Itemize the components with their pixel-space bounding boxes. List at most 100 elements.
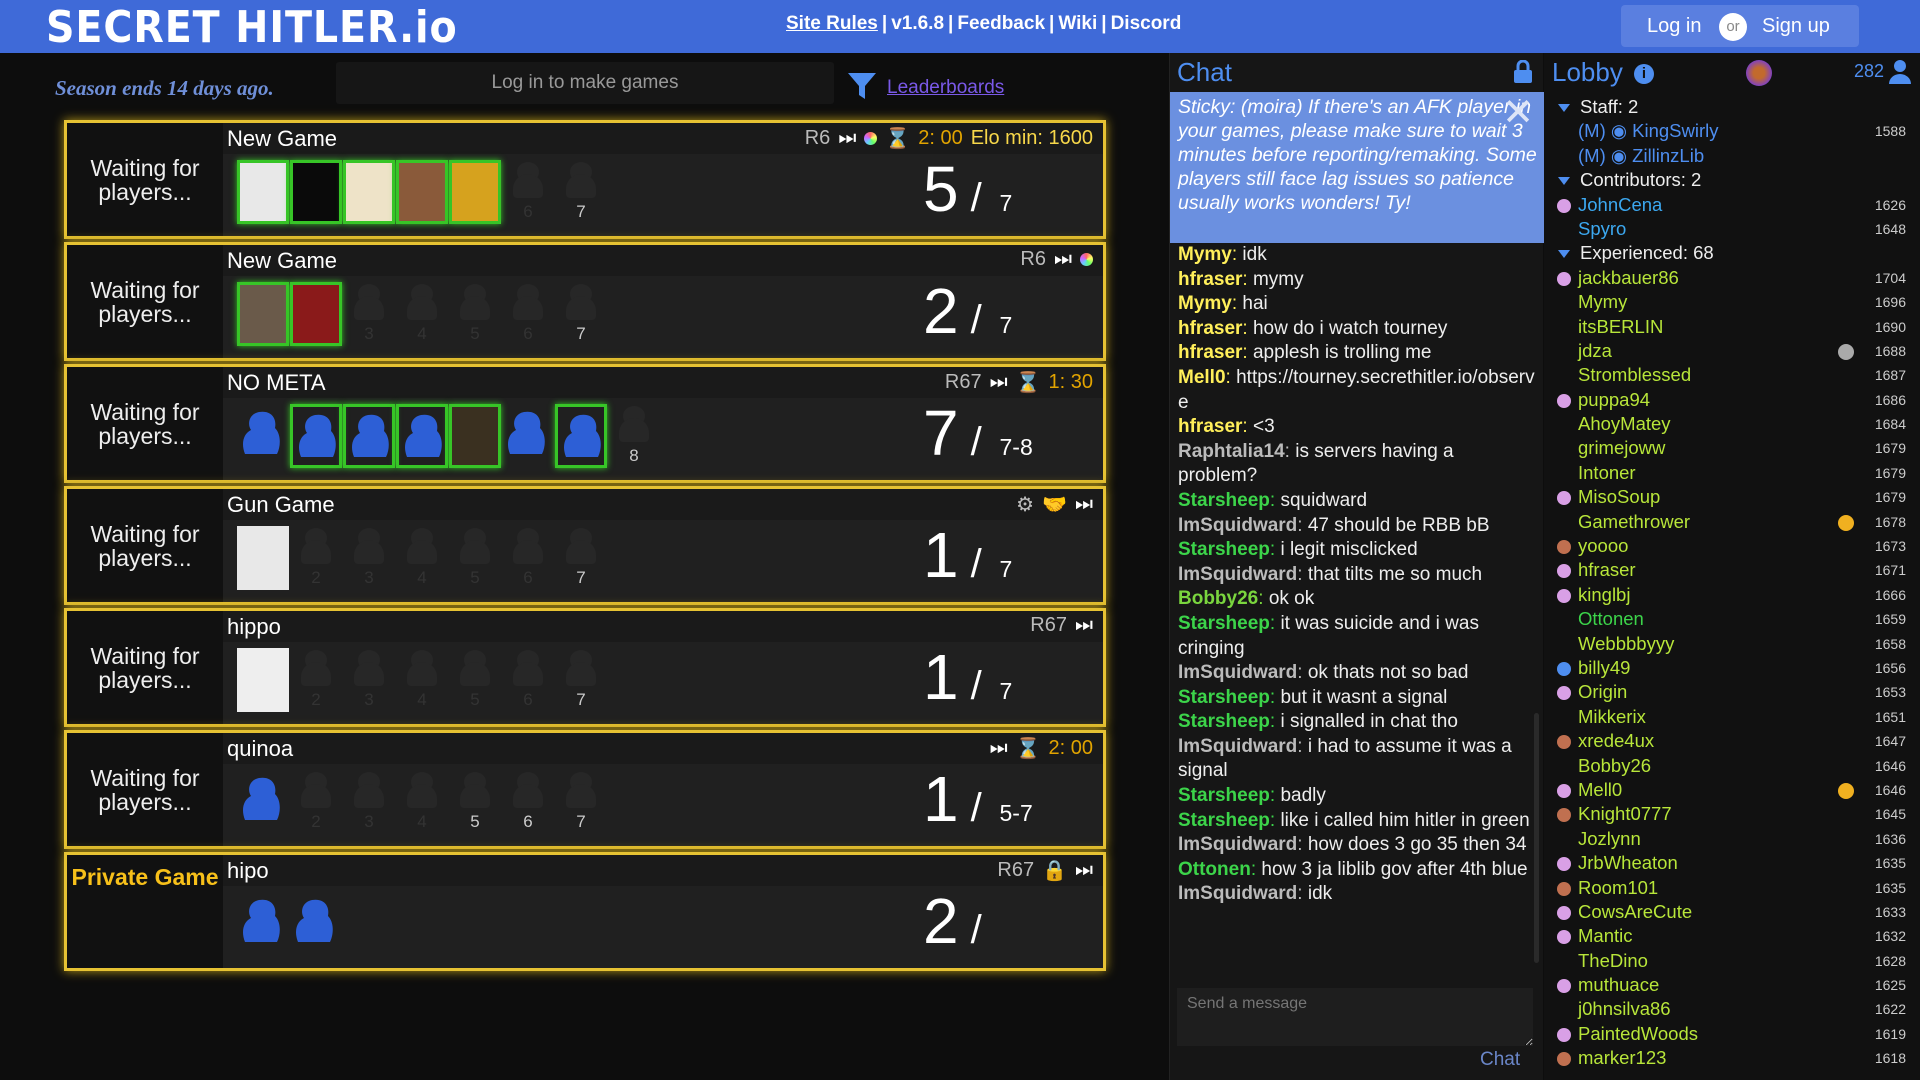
lobby-user[interactable]: (M) ◉ ZillinzLib <box>1554 144 1914 168</box>
lobby-user[interactable]: Gamethrower 1678 <box>1554 510 1914 534</box>
lobby-user[interactable]: PaintedWoods 1619 <box>1554 1022 1914 1046</box>
leaderboards-link[interactable]: Leaderboards <box>887 77 1004 99</box>
game-title-bar: Gun Game ⚙ 🤝 ⏭ <box>223 489 1103 520</box>
lobby-user[interactable]: billy49 1656 <box>1554 656 1914 680</box>
avatar[interactable] <box>1746 60 1772 86</box>
lobby-user[interactable]: Knight0777 1645 <box>1554 802 1914 826</box>
nav-feedback[interactable]: Feedback <box>957 13 1045 34</box>
lobby-user[interactable]: puppa94 1686 <box>1554 388 1914 412</box>
chat-username[interactable]: Mymy <box>1178 244 1232 265</box>
lobby-user[interactable]: Jozlynn 1636 <box>1554 827 1914 851</box>
lobby-user[interactable]: marker123 1618 <box>1554 1046 1914 1070</box>
chat-username[interactable]: ImSquidward <box>1178 834 1297 855</box>
site-logo[interactable]: SECRET HITLER.io <box>46 2 458 53</box>
close-icon[interactable]: ✕ <box>1502 94 1534 132</box>
lobby-user[interactable]: AhoyMatey 1684 <box>1554 412 1914 436</box>
chat-username[interactable]: Starsheep <box>1178 687 1270 708</box>
chat-username[interactable]: hfraser <box>1178 318 1242 339</box>
empty-seat: 5 <box>449 526 501 590</box>
make-games-button[interactable]: Log in to make games <box>336 62 834 104</box>
chat-input[interactable] <box>1177 988 1533 1046</box>
chat-username[interactable]: Starsheep <box>1178 539 1270 560</box>
game-card[interactable]: Waiting for players... hippo R67 ⏭ 2 3 4 5 6 7 1/ … <box>64 608 1106 727</box>
lobby-user[interactable]: JrbWheaton 1635 <box>1554 851 1914 875</box>
lobby-group-header[interactable]: Experienced: 68 <box>1554 241 1914 265</box>
lobby-user[interactable]: Mell0 1646 <box>1554 778 1914 802</box>
lobby-user[interactable]: Mantic 1632 <box>1554 924 1914 948</box>
chat-send-button[interactable]: Chat <box>1480 1049 1520 1071</box>
lobby-user[interactable]: Stromblessed 1687 <box>1554 363 1914 387</box>
chat-text: squidward <box>1280 489 1368 511</box>
chat-username[interactable]: Starsheep <box>1178 711 1270 732</box>
lobby-user[interactable]: TheDino 1628 <box>1554 949 1914 973</box>
nav-site-rules[interactable]: Site Rules <box>786 13 878 34</box>
chat-username[interactable]: hfraser <box>1178 342 1242 363</box>
lobby-user[interactable]: Origin 1653 <box>1554 680 1914 704</box>
lobby-user[interactable]: jackbauer86 1704 <box>1554 266 1914 290</box>
game-card[interactable]: Waiting for players... New Game R6 ⏭ ⌛ 2: 00 E… <box>64 120 1106 239</box>
chat-username[interactable]: Starsheep <box>1178 810 1270 831</box>
lobby-user[interactable]: (M) ◉ KingSwirly 1588 <box>1554 119 1914 143</box>
chat-username[interactable]: Mell0 <box>1178 367 1226 388</box>
lock-icon[interactable] <box>1513 60 1533 84</box>
chat-username[interactable]: ImSquidward <box>1178 662 1297 683</box>
game-card[interactable]: Waiting for players... New Game R6 ⏭ 3 4 5 6 7 2/… <box>64 242 1106 361</box>
game-name: New Game <box>227 248 338 273</box>
lobby-user[interactable]: MisoSoup 1679 <box>1554 485 1914 509</box>
lobby-user[interactable]: yoooo 1673 <box>1554 534 1914 558</box>
game-title-bar: New Game R6 ⏭ ⌛ 2: 00 Elo min: 1600 <box>223 123 1103 154</box>
signup-button[interactable]: Sign up <box>1762 15 1830 38</box>
lobby-user[interactable]: Bobby26 1646 <box>1554 754 1914 778</box>
login-button[interactable]: Log in <box>1647 15 1702 38</box>
chat-username[interactable]: Raphtalia14 <box>1178 441 1285 462</box>
lobby-user[interactable]: Room101 1635 <box>1554 876 1914 900</box>
game-card[interactable]: Private Game hipo R67 🔒 ⏭ 2/ <box>64 852 1106 971</box>
empty-seat: 7 <box>555 282 607 346</box>
chat-scrollbar[interactable] <box>1534 713 1539 963</box>
lobby-user[interactable]: itsBERLIN 1690 <box>1554 315 1914 339</box>
nav-discord[interactable]: Discord <box>1111 13 1182 34</box>
lobby-user[interactable]: grimejoww 1679 <box>1554 436 1914 460</box>
player-avatar <box>555 404 607 468</box>
lobby-user[interactable]: CowsAreCute 1633 <box>1554 900 1914 924</box>
chat-username[interactable]: hfraser <box>1178 416 1242 437</box>
lobby-user[interactable]: Intoner 1679 <box>1554 461 1914 485</box>
chat-username[interactable]: Starsheep <box>1178 490 1270 511</box>
chat-text: how does 3 go 35 then 34 <box>1307 834 1527 856</box>
current-players: 1 <box>923 519 959 591</box>
lobby-user[interactable]: kinglbj 1666 <box>1554 583 1914 607</box>
lobby-user[interactable]: muthuace 1625 <box>1554 973 1914 997</box>
nav-version[interactable]: v1.6.8 <box>891 13 944 34</box>
lobby-group-header[interactable]: Contributors: 2 <box>1554 168 1914 192</box>
chat-username[interactable]: ImSquidward <box>1178 883 1297 904</box>
chat-username[interactable]: hfraser <box>1178 269 1242 290</box>
lobby-user[interactable]: jdza 1688 <box>1554 339 1914 363</box>
lobby-user[interactable]: j0hnsilva86 1622 <box>1554 997 1914 1021</box>
lobby-user[interactable]: Webbbbyyy 1658 <box>1554 632 1914 656</box>
chat-username[interactable]: Bobby26 <box>1178 588 1258 609</box>
chat-username[interactable]: Mymy <box>1178 293 1232 314</box>
chat-username[interactable]: ImSquidward <box>1178 564 1297 585</box>
hourglass-icon: ⌛ <box>1015 738 1041 760</box>
lobby-user[interactable]: xrede4ux 1647 <box>1554 729 1914 753</box>
lobby-user[interactable]: Spyro 1648 <box>1554 217 1914 241</box>
game-card[interactable]: Waiting for players... NO META R67 ⏭ ⌛ 1: 30 8… <box>64 364 1106 483</box>
lobby-group-header[interactable]: Staff: 2 <box>1554 95 1914 119</box>
lobby-user[interactable]: hfraser 1671 <box>1554 558 1914 582</box>
game-card[interactable]: Waiting for players... quinoa ⏭ ⌛ 2: 00 2 3 4 5 6… <box>64 730 1106 849</box>
chat-username[interactable]: Ottonen <box>1178 859 1251 880</box>
chat-username[interactable]: ImSquidward <box>1178 515 1297 536</box>
chat-username[interactable]: Starsheep <box>1178 785 1270 806</box>
game-card[interactable]: Waiting for players... Gun Game ⚙ 🤝 ⏭ 2 3 4 5 6 7 1… <box>64 486 1106 605</box>
filter-icon[interactable] <box>846 70 878 102</box>
lobby-user[interactable]: JohnCena 1626 <box>1554 193 1914 217</box>
nav-wiki[interactable]: Wiki <box>1058 13 1097 34</box>
chat-username[interactable]: Starsheep <box>1178 613 1270 634</box>
username: (M) ◉ KingSwirly <box>1578 120 1719 142</box>
rebalance-label: R67 <box>997 859 1035 881</box>
lobby-user[interactable]: Mikkerix 1651 <box>1554 705 1914 729</box>
info-icon[interactable]: i <box>1634 64 1654 84</box>
lobby-user[interactable]: Ottonen 1659 <box>1554 607 1914 631</box>
chat-username[interactable]: ImSquidward <box>1178 736 1297 757</box>
lobby-user[interactable]: Mymy 1696 <box>1554 290 1914 314</box>
